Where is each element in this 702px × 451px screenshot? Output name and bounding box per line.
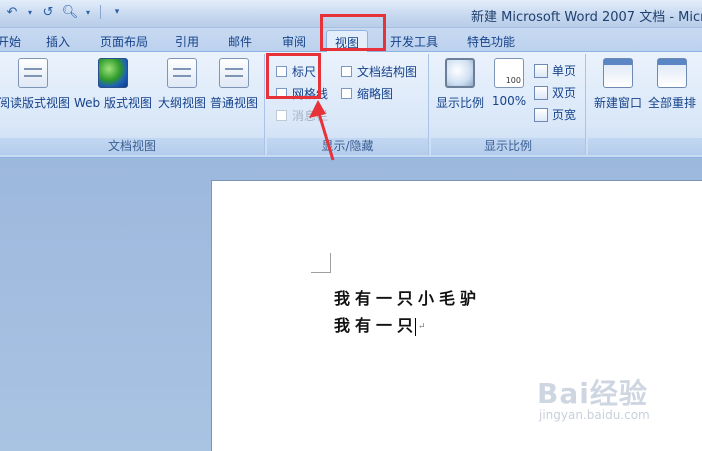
arrow-shaft	[316, 109, 335, 161]
arrow-head	[309, 100, 326, 118]
annotation-arrow	[309, 100, 335, 161]
